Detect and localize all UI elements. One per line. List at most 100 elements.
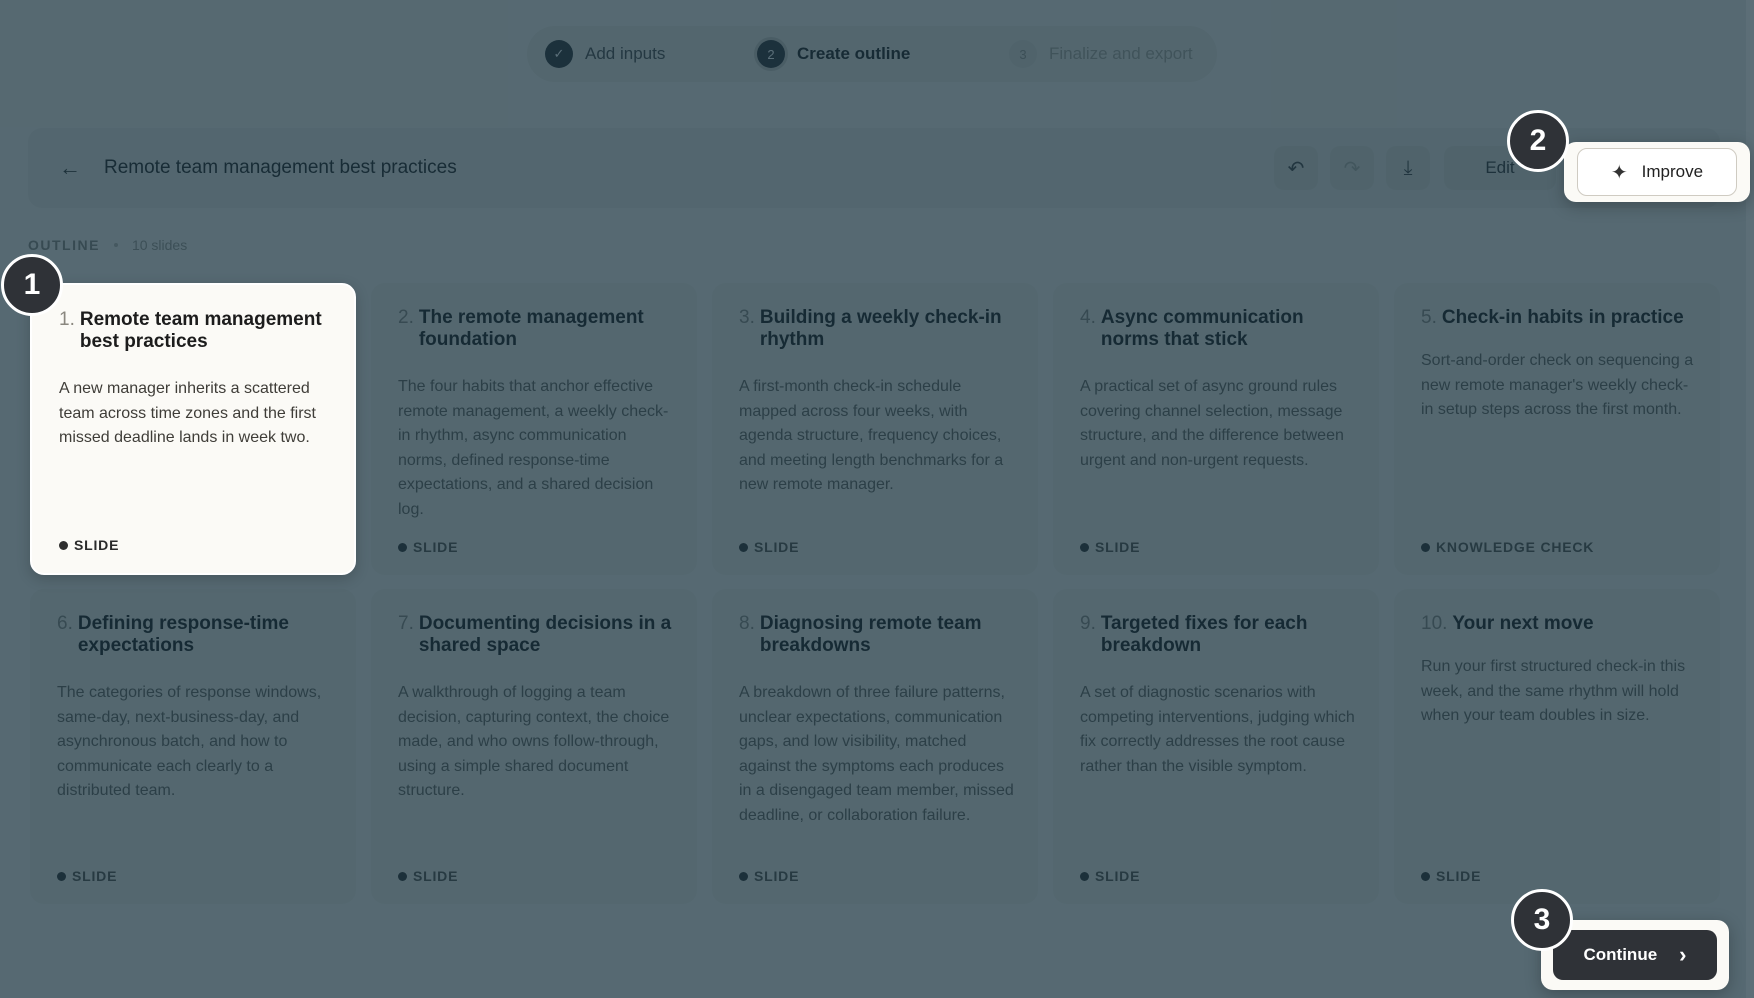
outline-card[interactable]: 3. Building a weekly check-in rhythm A fi… bbox=[712, 283, 1038, 575]
bullet-icon bbox=[59, 540, 68, 550]
outline-card[interactable]: 2. The remote management foundation The f… bbox=[371, 283, 697, 575]
improve-button[interactable]: ✦ Improve bbox=[1577, 148, 1737, 196]
card-type-label: SLIDE bbox=[1436, 868, 1482, 884]
card-number: 7. bbox=[398, 613, 414, 634]
bullet-icon bbox=[739, 871, 748, 881]
step-add-inputs[interactable]: ✓ Add inputs bbox=[545, 40, 757, 68]
outline-card[interactable]: 6. Defining response-time expectations Th… bbox=[30, 589, 356, 904]
outline-card[interactable]: 9. Targeted fixes for each breakdown A se… bbox=[1053, 589, 1379, 904]
card-type: SLIDE bbox=[739, 868, 799, 884]
bullet-icon bbox=[57, 871, 66, 881]
tour-callout-3: 3 bbox=[1511, 889, 1573, 951]
redo-button[interactable]: ↷ bbox=[1330, 146, 1374, 190]
card-type: SLIDE bbox=[739, 539, 799, 555]
card-type: SLIDE bbox=[1080, 539, 1140, 555]
card-number: 2. bbox=[398, 307, 414, 328]
outline-card[interactable]: 5. Check-in habits in practice Sort-and-o… bbox=[1394, 283, 1720, 575]
header-toolbar: ↶ ↷ ⤓ bbox=[1274, 146, 1430, 190]
outline-card[interactable]: 10. Your next move Run your first structu… bbox=[1394, 589, 1720, 904]
card-number: 3. bbox=[739, 307, 755, 328]
tour-callout-2: 2 bbox=[1507, 110, 1569, 172]
improve-highlight: ✦ Improve bbox=[1564, 142, 1750, 202]
card-type: KNOWLEDGE CHECK bbox=[1421, 539, 1594, 555]
redo-icon: ↷ bbox=[1343, 157, 1361, 180]
card-description: The categories of response windows, same… bbox=[57, 684, 322, 799]
card-type: SLIDE bbox=[1080, 868, 1140, 884]
document-title: Remote team management best practices bbox=[104, 157, 457, 178]
card-title: 4. Async communication norms that stick bbox=[1080, 307, 1355, 351]
improve-label: Improve bbox=[1641, 162, 1704, 181]
sparkle-icon: ✦ bbox=[1610, 161, 1628, 184]
bullet-icon bbox=[1080, 871, 1089, 881]
card-name: Building a weekly check-in rhythm bbox=[759, 307, 1002, 350]
card-description: A breakdown of three failure patterns, u… bbox=[739, 684, 1014, 824]
outline-header: ← Remote team management best practices … bbox=[28, 128, 1720, 208]
undo-button[interactable]: ↶ bbox=[1274, 146, 1318, 190]
outline-label: OUTLINE bbox=[28, 237, 100, 253]
card-number: 10. bbox=[1421, 613, 1448, 634]
progress-stepper: ✓ Add inputs 2 Create outline 3 Finalize… bbox=[527, 26, 1217, 82]
card-type-label: SLIDE bbox=[1095, 868, 1141, 884]
slide-count: 10 slides bbox=[131, 237, 188, 253]
card-name: Documenting decisions in a shared space bbox=[418, 613, 672, 656]
tour-callout-1: 1 bbox=[1, 254, 63, 316]
continue-button[interactable]: Continue › bbox=[1553, 930, 1717, 980]
step-number: 3 bbox=[1009, 40, 1037, 68]
check-icon: ✓ bbox=[545, 40, 573, 68]
card-name: Remote team management best practices bbox=[79, 309, 322, 352]
bullet-icon bbox=[398, 871, 407, 881]
card-description: The four habits that anchor effective re… bbox=[398, 378, 669, 518]
card-type-label: SLIDE bbox=[1095, 539, 1141, 555]
bullet-icon bbox=[1421, 871, 1430, 881]
card-title: 1. Remote team management best practices bbox=[59, 309, 330, 353]
card-type-label: SLIDE bbox=[413, 539, 459, 555]
card-type-label: SLIDE bbox=[72, 868, 118, 884]
card-number: 5. bbox=[1421, 307, 1437, 328]
outline-meta: OUTLINE 10 slides bbox=[28, 237, 187, 253]
card-name: Check-in habits in practice bbox=[1441, 307, 1684, 328]
card-description: A set of diagnostic scenarios with compe… bbox=[1080, 684, 1355, 775]
download-button[interactable]: ⤓ bbox=[1386, 146, 1430, 190]
card-title: 8. Diagnosing remote team breakdowns bbox=[739, 613, 1014, 657]
back-button[interactable]: ← bbox=[50, 148, 90, 188]
card-type: SLIDE bbox=[1421, 868, 1481, 884]
card-title: 3. Building a weekly check-in rhythm bbox=[739, 307, 1014, 351]
card-name: Defining response-time expectations bbox=[77, 613, 290, 656]
bullet-icon bbox=[1080, 542, 1089, 552]
continue-label: Continue bbox=[1583, 945, 1658, 964]
card-type: SLIDE bbox=[398, 539, 458, 555]
bullet-icon bbox=[398, 542, 407, 552]
step-label: Finalize and export bbox=[1049, 44, 1193, 63]
download-icon: ⤓ bbox=[1403, 156, 1413, 179]
card-description: Sort-and-order check on sequencing a new… bbox=[1421, 352, 1694, 418]
step-create-outline[interactable]: 2 Create outline bbox=[757, 40, 1009, 68]
card-number: 9. bbox=[1080, 613, 1096, 634]
card-number: 4. bbox=[1080, 307, 1096, 328]
card-name: Async communication norms that stick bbox=[1100, 307, 1304, 350]
card-title: 10. Your next move bbox=[1421, 613, 1696, 635]
card-description: A practical set of async ground rules co… bbox=[1080, 378, 1344, 469]
card-type: SLIDE bbox=[59, 537, 119, 553]
card-type-label: SLIDE bbox=[413, 868, 459, 884]
outline-card[interactable]: 7. Documenting decisions in a shared spac… bbox=[371, 589, 697, 904]
card-title: 5. Check-in habits in practice bbox=[1421, 307, 1696, 329]
card-title: 9. Targeted fixes for each breakdown bbox=[1080, 613, 1355, 657]
outline-card[interactable]: 8. Diagnosing remote team breakdowns A br… bbox=[712, 589, 1038, 904]
step-label: Add inputs bbox=[585, 44, 666, 63]
bullet-icon bbox=[1421, 542, 1430, 552]
card-title: 7. Documenting decisions in a shared spac… bbox=[398, 613, 673, 657]
undo-icon: ↶ bbox=[1287, 157, 1305, 180]
card-type-label: SLIDE bbox=[754, 539, 800, 555]
card-description: A new manager inherits a scattered team … bbox=[59, 380, 316, 446]
step-number: 2 bbox=[757, 40, 785, 68]
step-finalize-export[interactable]: 3 Finalize and export bbox=[1009, 40, 1193, 68]
card-title: 2. The remote management foundation bbox=[398, 307, 673, 351]
arrow-left-icon: ← bbox=[59, 155, 81, 180]
card-name: Your next move bbox=[1452, 613, 1594, 634]
step-label: Create outline bbox=[797, 44, 911, 63]
card-number: 1. bbox=[59, 309, 75, 330]
bullet-icon bbox=[739, 542, 748, 552]
chevron-right-icon: › bbox=[1679, 942, 1687, 967]
outline-card-highlighted[interactable]: 1. Remote team management best practices … bbox=[30, 283, 356, 575]
outline-card[interactable]: 4. Async communication norms that stick A… bbox=[1053, 283, 1379, 575]
